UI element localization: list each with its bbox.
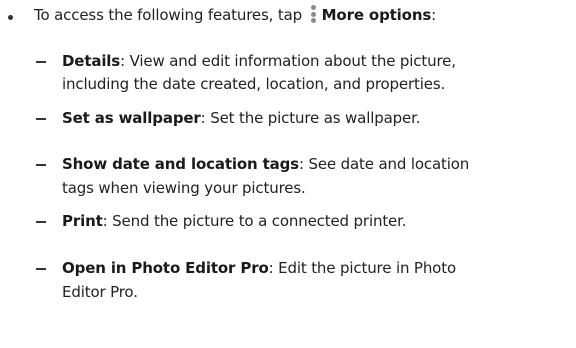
document-page: To access the following features, tap Mo… bbox=[0, 0, 576, 348]
item-wallpaper-line1: Set as wallpaper: Set the picture as wal… bbox=[62, 107, 421, 129]
item-details-line1: Details: View and edit information about… bbox=[62, 50, 456, 72]
item-desc: : See date and location bbox=[298, 155, 470, 173]
item-editor-line2: Editor Pro. bbox=[62, 283, 138, 301]
item-desc: : Send the picture to a connected printe… bbox=[102, 212, 407, 230]
item-dash bbox=[36, 268, 46, 270]
item-print-line1: Print: Send the picture to a connected p… bbox=[62, 210, 407, 232]
item-editor-line1: Open in Photo Editor Pro: Edit the pictu… bbox=[62, 257, 456, 279]
item-dash bbox=[36, 164, 46, 166]
item-term: Print bbox=[62, 212, 103, 230]
item-dash bbox=[36, 221, 46, 223]
intro-text-after: : bbox=[431, 6, 437, 24]
intro-line: To access the following features, tap Mo… bbox=[34, 4, 436, 26]
item-tags-line1: Show date and location tags: See date an… bbox=[62, 153, 469, 175]
item-tags-line2: tags when viewing your pictures. bbox=[62, 179, 306, 197]
intro-more-options-label: More options bbox=[321, 6, 432, 24]
intro-text-before: To access the following features, tap bbox=[34, 6, 303, 24]
item-term: Set as wallpaper bbox=[62, 109, 201, 127]
item-term: Open in Photo Editor Pro bbox=[62, 259, 269, 277]
item-dash bbox=[36, 118, 46, 120]
more-options-icon bbox=[309, 5, 318, 23]
item-term: Details bbox=[62, 52, 121, 70]
item-dash bbox=[36, 61, 46, 63]
item-details-line2: including the date created, location, an… bbox=[62, 75, 446, 93]
item-desc: : View and edit information about the pi… bbox=[120, 52, 456, 70]
item-term: Show date and location tags bbox=[62, 155, 299, 173]
intro-bullet bbox=[8, 15, 13, 20]
item-desc: : Edit the picture in Photo bbox=[268, 259, 457, 277]
item-desc: : Set the picture as wallpaper. bbox=[200, 109, 421, 127]
